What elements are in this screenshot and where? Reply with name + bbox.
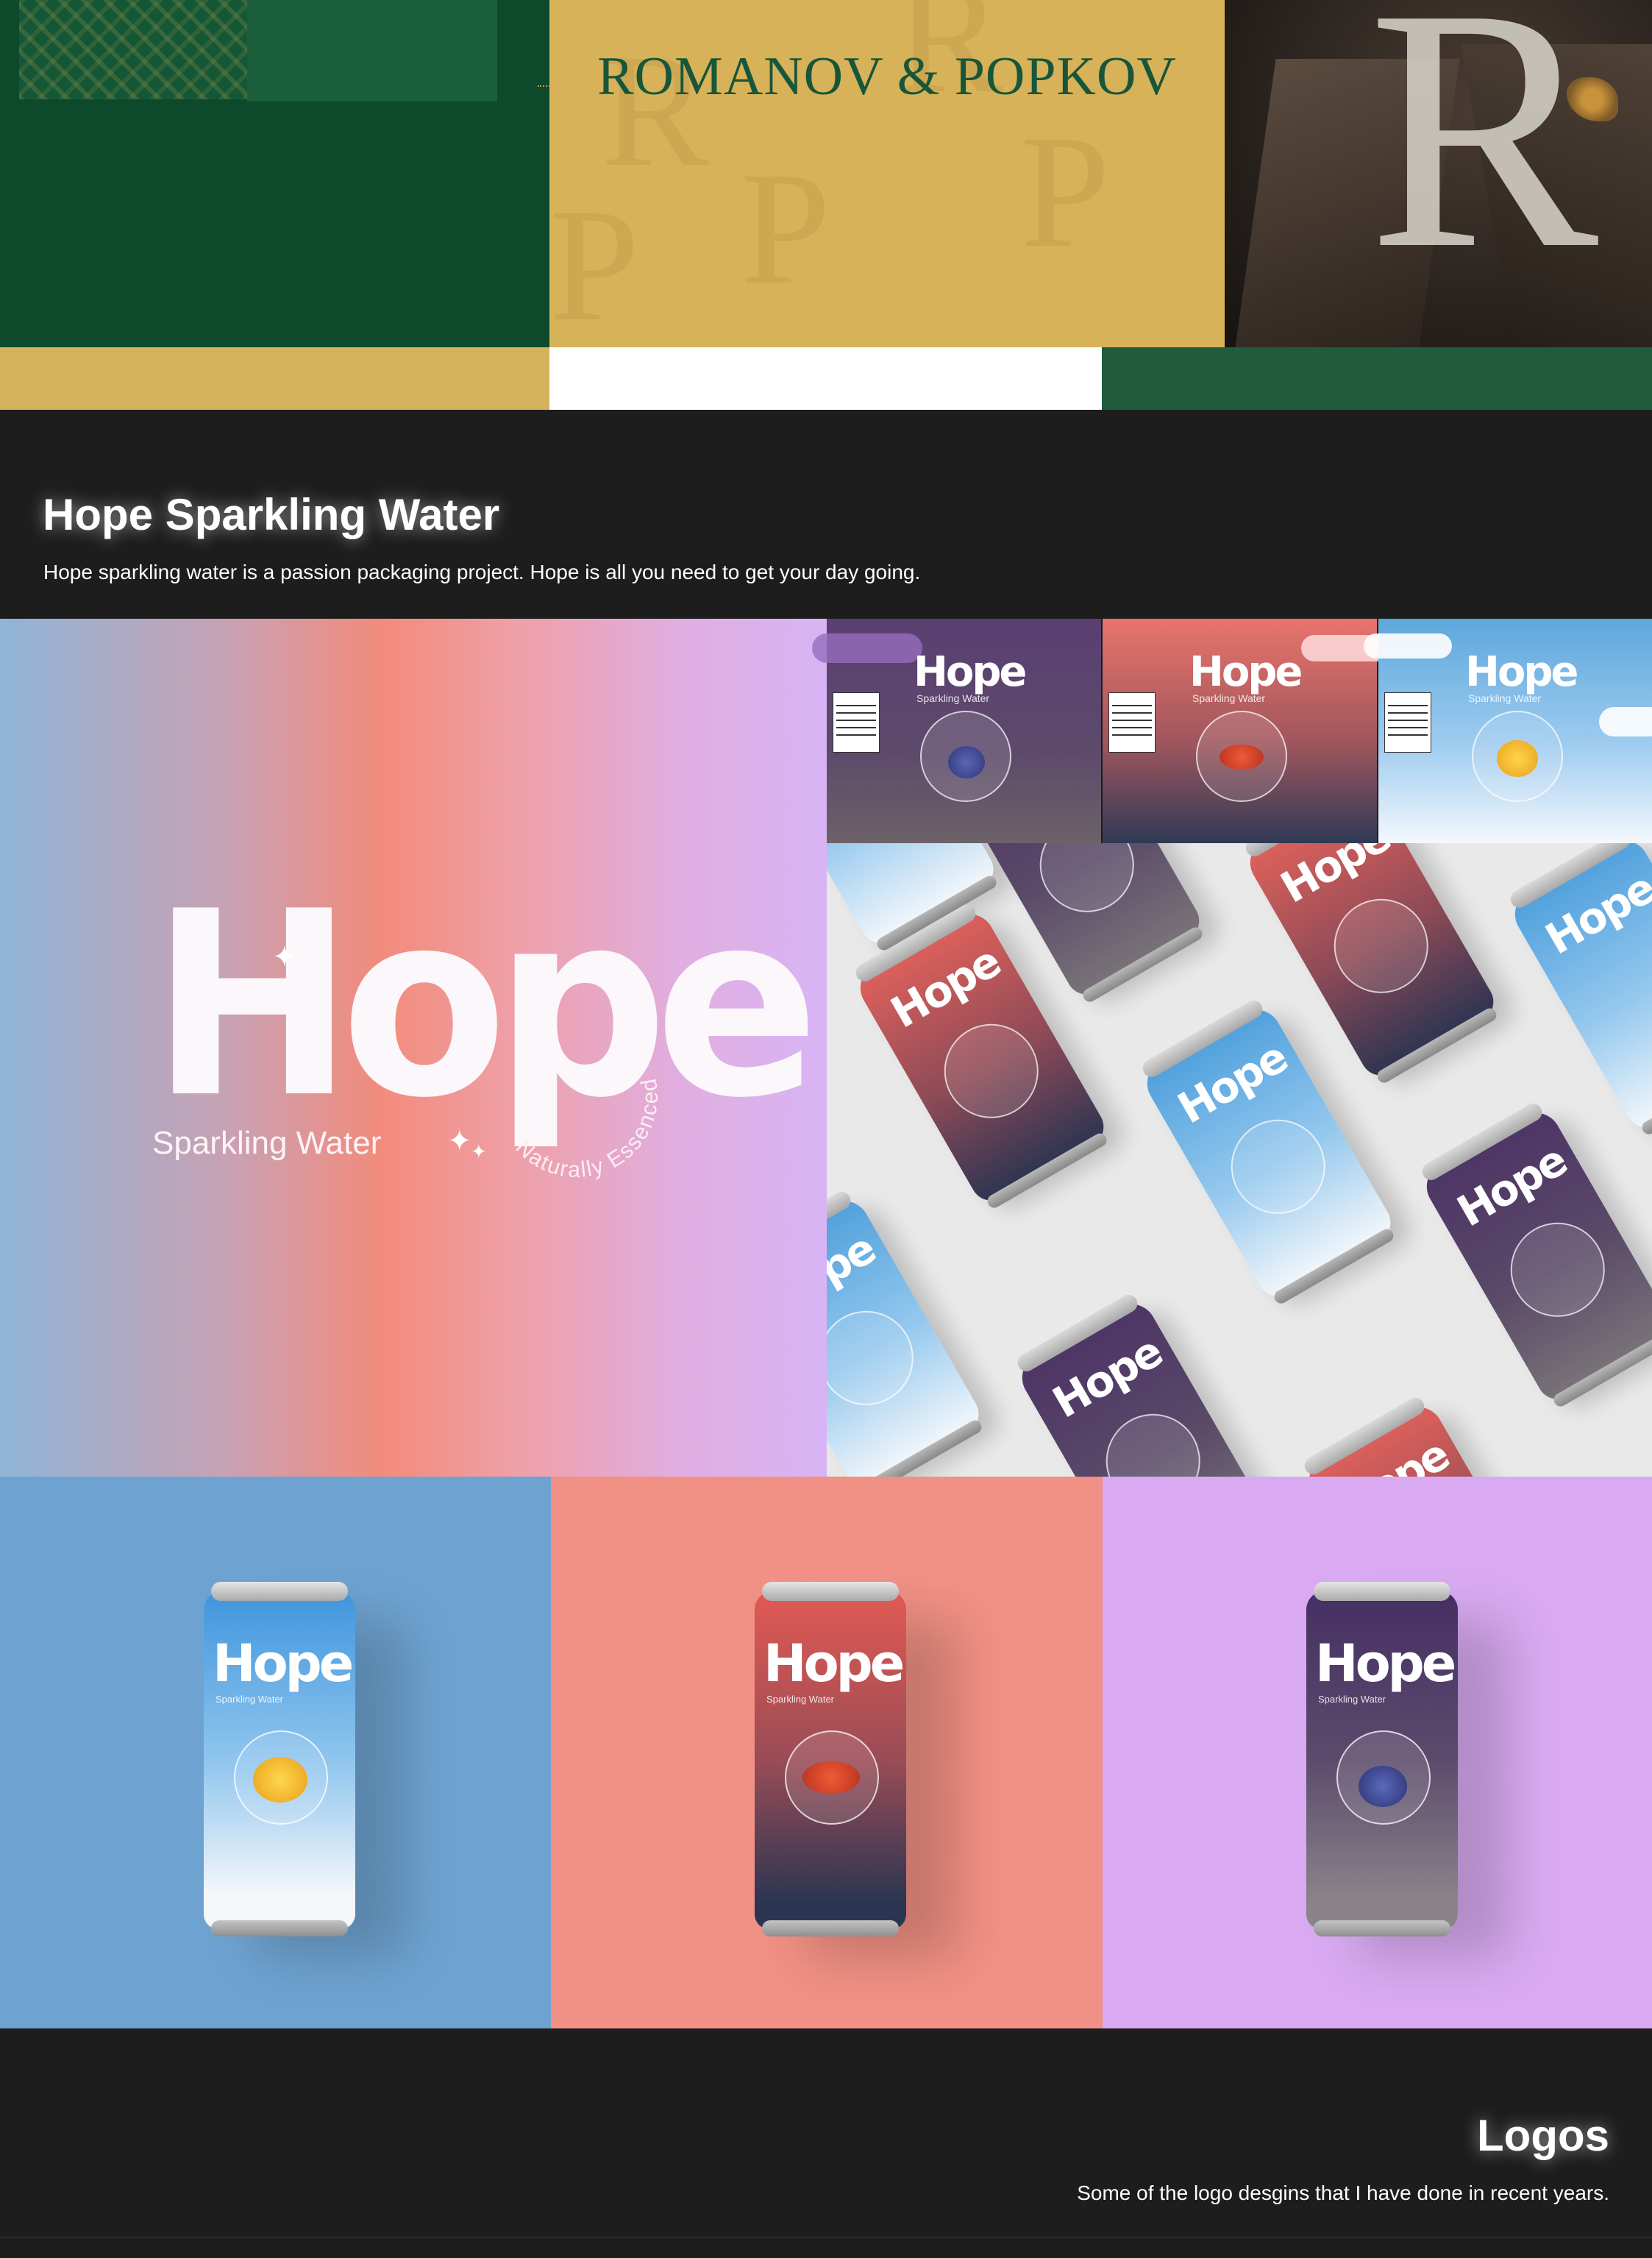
nutrition-facts-box [833,692,880,753]
hope-subtitle: Sparkling Water [152,1125,382,1161]
section-description-logos: Some of the logo desgins that I have don… [1077,2181,1609,2204]
label-subtitle: Sparkling Water [1192,692,1266,704]
color-strip-gold [0,347,549,410]
page-divider [0,2237,1652,2238]
rp-brand-title: ROMANOV & POPKOV [597,46,1177,107]
can-label-grape: Hope Sparkling Water [812,619,1101,843]
fruit-bubble [1196,711,1287,802]
can-subtitle: Sparkling Water [766,1694,834,1705]
can-grape-front: Hope Sparkling Water [1306,1582,1458,1936]
can-grape: Hope [1417,1100,1652,1409]
section-description-hope: Hope sparkling water is a passion packag… [43,561,921,583]
fruit-bubble [1472,711,1563,802]
can-subtitle: Sparkling Water [216,1694,283,1705]
nutrition-facts-box [1384,692,1431,753]
rp-dotted-rule [538,85,549,88]
nutrition-facts-box [1108,692,1156,753]
rp-watermark-p: P [741,138,831,318]
can-label-lemon: Hope Sparkling Water [1364,619,1652,843]
can-label-cranberry: Hope Sparkling Water [1103,619,1397,843]
rp-package-pattern [19,0,247,99]
sparkle-icon: ✦ [272,941,297,973]
can-subtitle: Sparkling Water [1318,1694,1386,1705]
can-lemon: Hope [1506,843,1652,1137]
rp-suit-photo: R [1225,0,1652,347]
label-subtitle: Sparkling Water [1468,692,1542,704]
can-grape: Hope [1013,1291,1273,1477]
panel-grape: Hope Sparkling Water [1103,1477,1652,2028]
can-wordmark: Hope [763,1633,905,1694]
rp-watermark-p: P [549,175,640,347]
can-lemon: Hope [827,1188,986,1477]
section-title-hope: Hope Sparkling Water [43,490,500,539]
sparkle-icon: ✦ [471,1140,487,1162]
panel-cranberry: Hope Sparkling Water [551,1477,1103,2028]
rp-gold-panel: R P R P P ROMANOV & POPKOV [549,0,1225,347]
label-wordmark: Hope [1189,648,1303,696]
color-strip-white [549,347,1102,410]
label-subtitle: Sparkling Water [916,692,990,704]
fruit-bubble [1336,1730,1431,1825]
rp-monogram-large: R [1368,0,1599,320]
color-strip-green [1102,347,1652,410]
fruit-bubble [785,1730,879,1825]
can-cranberry: Hope [1300,1394,1560,1477]
panel-lemon: Hope Sparkling Water [0,1477,551,2028]
rp-watermark-p: P [1020,102,1111,281]
cans-flatlay: Hope Hope Hope Hope Hope Hope Hope Hope [827,843,1652,1477]
rp-package-box: h [247,0,549,102]
hope-wordmark: Hope [151,856,819,1154]
label-wordmark: Hope [914,648,1027,696]
hope-hero-logo: Hope Sparkling Water ✦ ✦ ✦ Naturally Ess… [0,619,827,1477]
svg-text:Naturally Essenced: Naturally Essenced [511,1076,663,1182]
sparkle-icon: ✦ [447,1125,472,1157]
can-lemon-front: Hope Sparkling Water [204,1582,355,1936]
label-wordmark: Hope [1465,648,1578,696]
can-wordmark: Hope [213,1633,354,1694]
rp-green-panel: h [0,0,549,347]
section-title-logos: Logos [1477,2111,1609,2160]
naturally-essenced-arc: Naturally Essenced [511,1076,663,1182]
fruit-bubble [234,1730,328,1825]
can-wordmark: Hope [1315,1633,1456,1694]
fruit-bubble [920,711,1011,802]
can-cranberry-front: Hope Sparkling Water [755,1582,906,1936]
